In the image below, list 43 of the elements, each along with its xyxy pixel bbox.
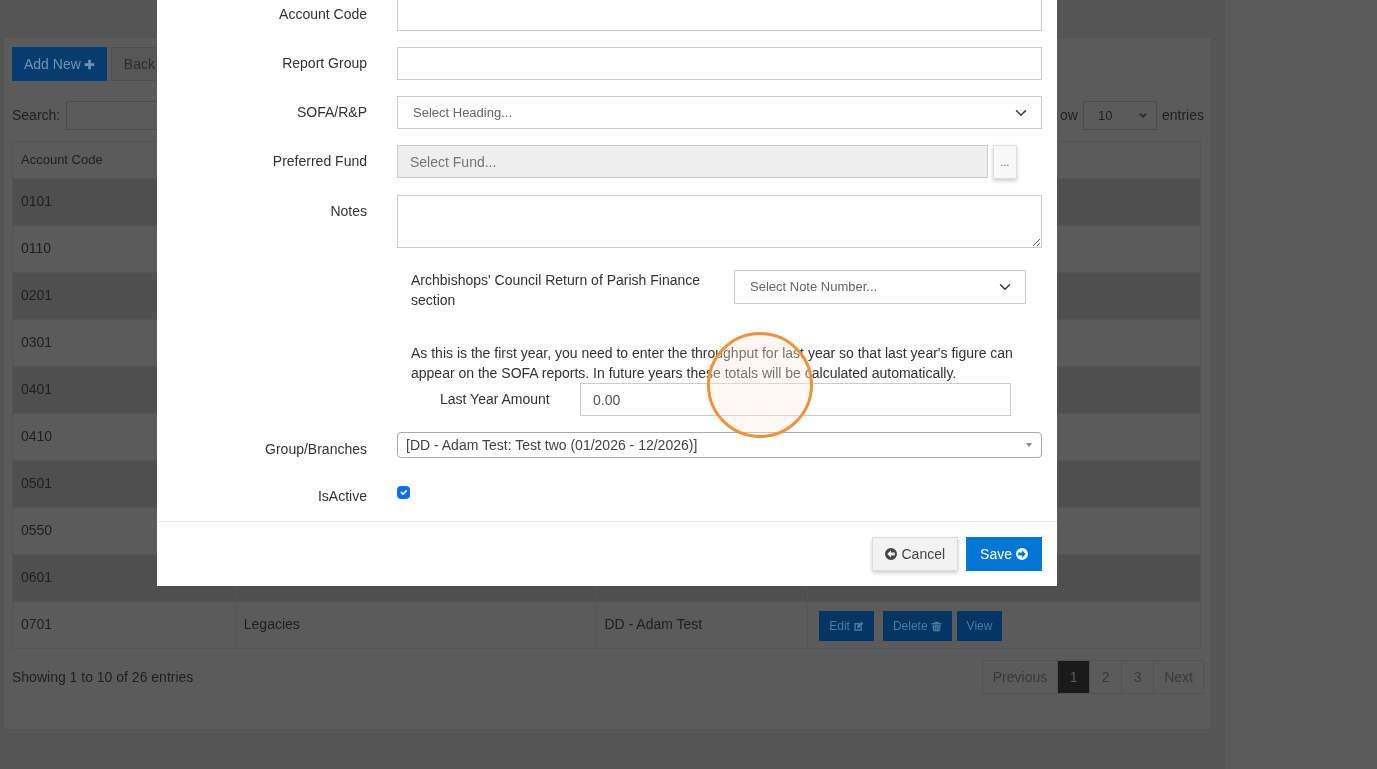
page-button[interactable]: 1: [1057, 660, 1091, 694]
field-label: Report Group: [281, 54, 367, 73]
entries-select[interactable]: 10: [1082, 101, 1157, 130]
table-cell: 0301: [21, 334, 53, 350]
search-label: Search:: [12, 106, 61, 125]
view-button[interactable]: View: [956, 611, 1003, 641]
entries-info: Showing 1 to 10 of 26 entries: [12, 667, 194, 687]
edit-icon: [852, 620, 864, 632]
cancel-button[interactable]: Cancel: [872, 537, 959, 571]
text-field[interactable]: [397, 47, 1042, 80]
delete-button[interactable]: Delete: [882, 611, 952, 641]
field-label: IsActive: [317, 487, 367, 506]
field-label: Notes: [329, 202, 367, 221]
browse-button[interactable]: ...: [993, 145, 1017, 179]
field-label: Preferred Fund: [271, 152, 367, 171]
table-cell: 0410: [21, 428, 53, 444]
amount-field[interactable]: 0.00: [580, 383, 1011, 416]
field-label: SOFA/R&P: [295, 103, 367, 122]
field-label: Archbishops' Council Return of Parish Finance section: [411, 271, 702, 310]
table-cell: 0550: [21, 522, 53, 538]
show-label: ow: [1060, 106, 1078, 125]
notes-field[interactable]: [397, 195, 1042, 248]
table-cell: 0701: [21, 616, 53, 632]
field-label: Account Code: [278, 5, 367, 24]
caret-down-icon: [1025, 441, 1033, 449]
active-checkbox[interactable]: [397, 486, 410, 499]
add-new-button[interactable]: Add New: [12, 47, 107, 81]
fund-field[interactable]: Select Fund...: [397, 145, 988, 178]
table-cell: 0110: [21, 240, 52, 256]
select-field[interactable]: Select Heading...: [397, 96, 1042, 129]
entries-label: entries: [1161, 106, 1204, 125]
field-label: Last Year Amount: [440, 390, 551, 409]
save-button[interactable]: Save: [966, 537, 1042, 571]
trash-icon: [930, 620, 942, 632]
table-cell: Legacies: [243, 616, 300, 632]
field-label: Group/Branches: [264, 440, 367, 459]
table-cell: DD - Adam Test: [604, 616, 703, 632]
edit-button[interactable]: Edit: [819, 611, 874, 641]
plus-icon: [83, 58, 95, 70]
select-field[interactable]: Select Note Number...: [734, 270, 1026, 304]
group-select[interactable]: [DD - Adam Test: Test two (01/2026 - 12/2026)]: [397, 432, 1042, 458]
column-header: Account Code: [21, 152, 103, 168]
text-field[interactable]: [397, 0, 1042, 31]
